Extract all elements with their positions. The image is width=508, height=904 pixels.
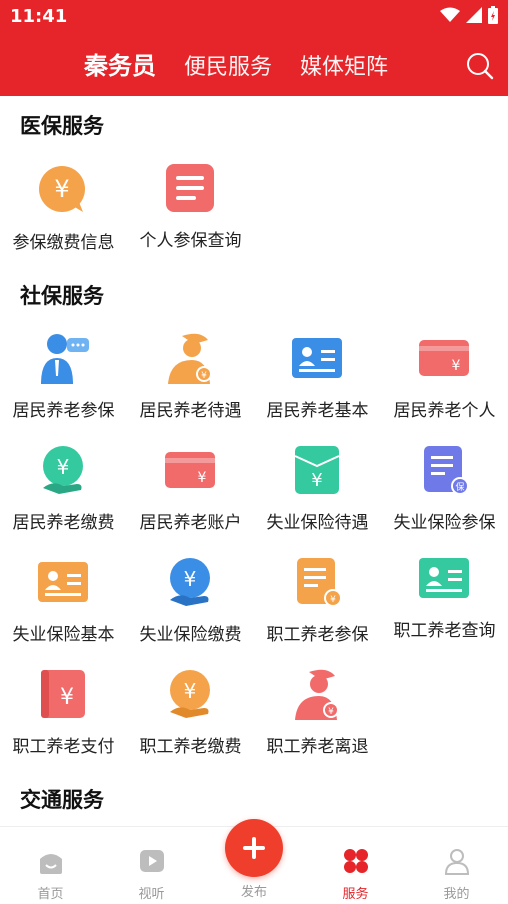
svg-text:¥: ¥ [57,455,70,479]
id-card-icon [419,558,469,598]
elder-yuan-icon: ¥ [295,669,339,720]
svg-text:¥: ¥ [184,679,197,703]
tab-qinwuyuan[interactable]: 秦务员 [84,46,156,81]
tab-meiti[interactable]: 媒体矩阵 [300,49,388,81]
service-item-7[interactable]: ¥ 失业保险待遇 [254,444,381,554]
service-item-3[interactable]: 居民养老基本 [254,332,381,442]
card-yuan-icon: ¥ [165,452,215,488]
nav-label: 视听 [138,887,165,902]
service-label: 失业保险待遇 [266,513,369,533]
service-item-13[interactable]: ¥ 职工养老支付 [0,668,127,778]
svg-text:¥: ¥ [311,470,322,491]
nav-video[interactable]: 视听 [101,847,202,902]
status-bar: 11:41 [0,0,508,34]
elder-yuan-icon: ¥ [168,333,212,384]
id-card-icon [292,338,342,378]
service-label: 职工养老离退 [266,737,369,757]
header-tabs: 秦务员 便民服务 媒体矩阵 [84,46,388,81]
service-item-medical-payment[interactable]: ¥ 参保缴费信息 [0,164,127,274]
service-item-1[interactable]: 居民养老参保 [0,332,127,442]
service-label: 个人参保查询 [139,231,242,251]
section-title-medical: 医保服务 [20,114,104,138]
document-list-icon [166,164,214,212]
service-label: 居民养老个人 [393,401,496,421]
service-item-2[interactable]: ¥ 居民养老待遇 [127,332,254,442]
section-title-social: 社保服务 [20,284,104,308]
service-item-10[interactable]: ¥ 失业保险缴费 [127,556,254,666]
hand-yuan-icon: ¥ [170,558,210,606]
status-time: 11:41 [10,6,68,27]
play-icon [139,850,164,872]
service-label: 失业保险基本 [12,625,115,645]
hand-yuan-icon: ¥ [170,670,210,718]
service-item-11[interactable]: ¥ 职工养老参保 [254,556,381,666]
service-label: 职工养老参保 [266,625,369,645]
service-item-5[interactable]: ¥ 居民养老缴费 [0,444,127,554]
service-label: 职工养老缴费 [139,737,242,757]
svg-text:保: 保 [455,481,464,493]
grid-flower-icon [343,849,368,873]
card-yuan-icon: ¥ [419,340,469,376]
service-label: 居民养老待遇 [139,401,242,421]
tab-bianmin[interactable]: 便民服务 [184,49,272,81]
service-item-9[interactable]: 失业保险基本 [0,556,127,666]
search-icon[interactable] [466,52,494,80]
yuan-chat-icon: ¥ [39,166,85,212]
service-label: 居民养老缴费 [12,513,115,533]
nav-mine[interactable]: 我的 [406,847,507,902]
service-label: 参保缴费信息 [12,233,115,253]
wallet-yuan-icon: ¥ [41,670,85,718]
section-title-traffic: 交通服务 [20,788,104,812]
svg-text:¥: ¥ [54,175,69,203]
id-card-icon [38,562,88,602]
battery-icon [488,6,498,24]
service-label: 居民养老账户 [139,513,242,533]
wifi-icon [440,7,460,22]
plus-icon [243,837,265,859]
service-label: 失业保险参保 [393,513,496,533]
service-list[interactable]: 医保服务 ¥ 参保缴费信息 个人参保查询 社保服务 居民养老参保 ¥ 居民养老待… [0,96,508,826]
document-bao-icon: 保 [424,446,469,495]
service-label: 居民养老参保 [12,401,115,421]
envelope-yuan-icon: ¥ [294,446,340,494]
svg-text:¥: ¥ [60,685,74,710]
service-item-14[interactable]: ¥ 职工养老缴费 [127,668,254,778]
service-label: 居民养老基本 [266,401,369,421]
service-label: 职工养老查询 [393,621,496,641]
signal-icon [466,7,482,23]
service-item-medical-query[interactable]: 个人参保查询 [127,162,254,272]
nav-label: 我的 [443,887,470,902]
nav-label: 首页 [37,887,64,902]
app-header: 11:41 秦务员 便民服务 媒体矩阵 [0,0,508,96]
service-item-6[interactable]: ¥ 居民养老账户 [127,444,254,554]
nav-home[interactable]: 首页 [0,847,101,902]
service-item-8[interactable]: 保 失业保险参保 [381,444,508,554]
service-item-15[interactable]: ¥ 职工养老离退 [254,668,381,778]
user-icon [444,849,469,875]
bottom-nav: 首页 视听 发布 服务 我的 [0,819,508,904]
publish-label: 发布 [240,885,267,900]
system-icons [440,6,498,24]
customer-service-icon [41,334,89,384]
document-yuan-icon: ¥ [297,558,342,607]
svg-text:¥: ¥ [198,470,207,486]
svg-text:¥: ¥ [330,595,336,605]
publish-button[interactable] [225,819,283,877]
service-label: 失业保险缴费 [139,625,242,645]
nav-label: 服务 [342,887,369,902]
nav-service[interactable]: 服务 [305,847,406,902]
svg-text:¥: ¥ [201,371,207,381]
svg-text:¥: ¥ [452,358,461,374]
service-item-12[interactable]: 职工养老查询 [381,552,508,662]
svg-text:¥: ¥ [328,707,334,717]
hand-yuan-icon: ¥ [43,446,83,494]
service-label: 职工养老支付 [12,737,115,757]
svg-text:¥: ¥ [184,567,197,591]
home-icon [39,854,62,874]
service-item-4[interactable]: ¥ 居民养老个人 [381,332,508,442]
